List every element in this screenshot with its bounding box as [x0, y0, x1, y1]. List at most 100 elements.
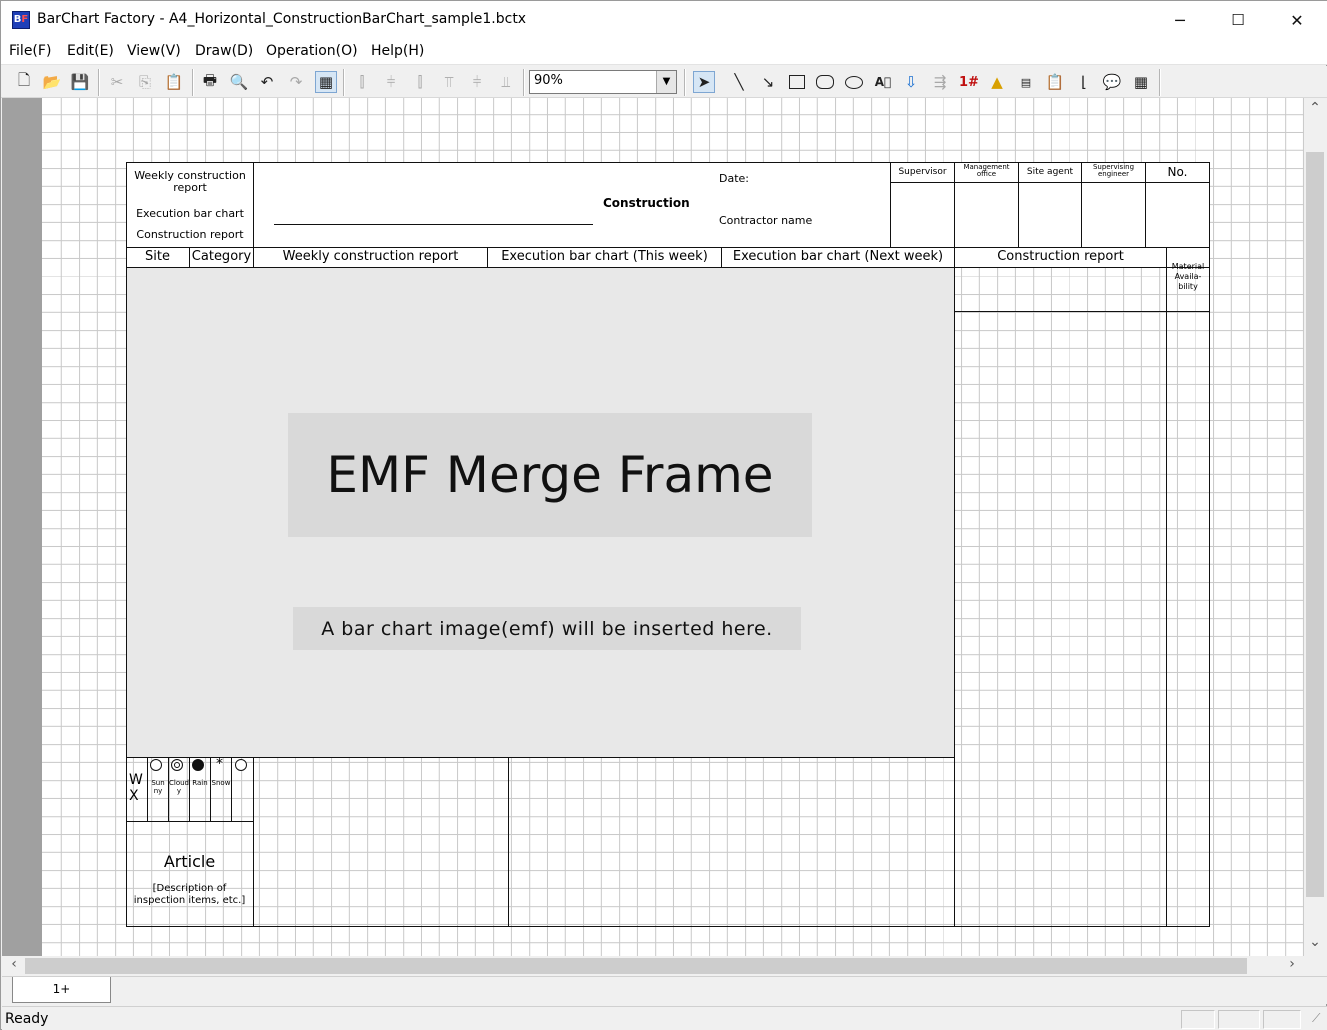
vertical-scrollbar[interactable]: ⌃ ⌄	[1304, 98, 1327, 956]
cut-icon[interactable]: ✂	[106, 71, 128, 93]
connector-icon[interactable]: ⌊	[1073, 71, 1095, 93]
supervising-engineer-stamp: Supervising engineer	[1092, 163, 1135, 178]
menu-help[interactable]: Help(H)	[371, 43, 424, 59]
arrow-line-icon[interactable]: ↘	[757, 71, 779, 93]
window-title: BarChart Factory - A4_Horizontal_Constru…	[37, 11, 527, 27]
drawing-canvas[interactable]: Weekly construction report Execution bar…	[42, 98, 1304, 956]
redo-icon[interactable]: ↷	[285, 71, 307, 93]
weather-rain-label: Rain	[192, 779, 208, 787]
weekly-report-label: Weekly construction report	[134, 169, 246, 194]
rectangle-icon[interactable]	[786, 71, 808, 93]
ellipse-icon[interactable]	[843, 71, 865, 93]
close-button[interactable]: ✕	[1268, 1, 1326, 39]
construction-title: Construction	[603, 196, 690, 210]
align-top-icon[interactable]: ⫪	[438, 71, 460, 93]
print-icon[interactable]: 🖶	[199, 71, 221, 93]
weather-sunny-label: Sun ny	[151, 779, 165, 795]
maximize-button[interactable]: ☐	[1209, 1, 1267, 39]
line-icon[interactable]: ╲	[728, 71, 750, 93]
chevron-down-icon[interactable]: ▼	[656, 71, 676, 93]
material-availability-label: Material Availa- bility	[1171, 262, 1205, 291]
toolbar-separator	[98, 69, 100, 96]
toolbar-separator	[343, 69, 345, 96]
column-this-week: Execution bar chart (This week)	[501, 249, 708, 264]
snow-icon: *	[216, 756, 223, 772]
column-category: Category	[191, 249, 252, 264]
merge-frame-description: A bar chart image(emf) will be inserted …	[293, 607, 801, 650]
vertical-scroll-thumb[interactable]	[1306, 152, 1324, 897]
print-preview-icon[interactable]: 🔍	[228, 71, 250, 93]
zoom-value: 90%	[534, 73, 563, 88]
callout-icon[interactable]: 💬	[1101, 71, 1123, 93]
rain-icon	[192, 759, 204, 771]
horizontal-scroll-thumb[interactable]	[25, 958, 1247, 974]
sunny-icon	[150, 759, 162, 771]
toolbar-separator	[192, 69, 194, 96]
toolbar-separator	[523, 69, 525, 96]
menu-bar: File(F) Edit(E) View(V) Draw(D) Operatio…	[1, 39, 1327, 65]
scroll-left-icon[interactable]: ‹	[4, 956, 24, 972]
menu-operation[interactable]: Operation(O)	[266, 43, 358, 59]
horizontal-scrollbar[interactable]: ‹ ›	[2, 956, 1304, 976]
menu-edit[interactable]: Edit(E)	[67, 43, 114, 59]
scroll-down-icon[interactable]: ⌄	[1305, 934, 1325, 950]
scroll-up-icon[interactable]: ⌃	[1305, 100, 1325, 116]
no-stamp: No.	[1167, 165, 1188, 179]
app-icon: BF	[12, 11, 30, 29]
undo-icon[interactable]: ↶	[256, 71, 278, 93]
insert-label-icon[interactable]: ▤	[1015, 71, 1037, 93]
menu-view[interactable]: View(V)	[127, 43, 181, 59]
insert-number-icon[interactable]: 1#	[958, 71, 980, 93]
align-left-icon[interactable]: ⫿	[351, 71, 373, 93]
weather-snow-label: Snow	[211, 779, 231, 787]
menu-draw[interactable]: Draw(D)	[195, 43, 253, 59]
text-box-icon[interactable]: A⃞	[872, 71, 894, 93]
emf-merge-frame[interactable]: EMF Merge Frame A bar chart image(emf) w…	[127, 268, 954, 757]
insert-image-icon[interactable]: ▲	[986, 71, 1008, 93]
align-right-icon[interactable]: ⫿	[409, 71, 431, 93]
insert-text-icon[interactable]: ⇩	[900, 71, 922, 93]
paste-text-icon[interactable]: ⇶	[929, 71, 951, 93]
insert-clipboard-icon[interactable]: 📋	[1044, 71, 1066, 93]
scrollbar-corner	[1304, 956, 1327, 976]
status-panel	[1181, 1010, 1215, 1029]
column-site: Site	[145, 249, 170, 264]
column-weekly-report: Weekly construction report	[282, 249, 459, 264]
minimize-button[interactable]: ─	[1151, 1, 1209, 39]
select-arrow-icon[interactable]: ➤	[693, 71, 715, 93]
construction-report-label: Construction report	[136, 228, 244, 241]
align-center-icon[interactable]: ⫩	[380, 71, 402, 93]
align-middle-icon[interactable]: ⫩	[466, 71, 488, 93]
table-icon[interactable]: ▦	[1130, 71, 1152, 93]
status-panel	[1263, 1010, 1301, 1029]
status-bar: Ready ⟋	[2, 1006, 1327, 1030]
toolbar-separator	[1159, 69, 1161, 96]
rounded-rectangle-icon[interactable]	[814, 71, 836, 93]
zoom-select[interactable]: 90% ▼	[529, 70, 677, 94]
sheet-tab-1[interactable]: 1+	[12, 977, 111, 1003]
contractor-label: Contractor name	[719, 214, 813, 227]
toolbar: 🗋 📂 💾 ✂ ⎘ 📋 🖶 🔍 ↶ ↷ ▦ ⫿ ⫩ ⫿ ⫪ ⫩ ⫫ 90% ▼ …	[1, 66, 1327, 98]
status-panel	[1218, 1010, 1260, 1029]
open-folder-icon[interactable]: 📂	[41, 71, 63, 93]
paste-icon[interactable]: 📋	[163, 71, 185, 93]
new-file-icon[interactable]: 🗋	[13, 71, 35, 93]
cloudy-icon	[171, 759, 183, 771]
align-bottom-icon[interactable]: ⫫	[495, 71, 517, 93]
sheet-tab-bar: 1+	[2, 976, 1327, 1004]
status-text: Ready	[5, 1011, 49, 1027]
site-agent-stamp: Site agent	[1026, 167, 1074, 177]
canvas-margin	[2, 98, 42, 956]
grid-icon[interactable]: ▦	[315, 71, 337, 93]
management-office-stamp: Management office	[963, 163, 1010, 178]
toolbar-separator	[684, 69, 686, 96]
copy-icon[interactable]: ⎘	[134, 71, 156, 93]
header-frame	[126, 162, 1210, 248]
supervisor-stamp: Supervisor	[898, 167, 947, 177]
weather-cloudy-label: Cloud y	[169, 779, 189, 795]
construction-name-line	[274, 224, 593, 225]
menu-file[interactable]: File(F)	[9, 43, 51, 59]
resize-grip-icon[interactable]: ⟋	[1312, 1011, 1320, 1026]
save-icon[interactable]: 💾	[69, 71, 91, 93]
scroll-right-icon[interactable]: ›	[1282, 956, 1302, 972]
